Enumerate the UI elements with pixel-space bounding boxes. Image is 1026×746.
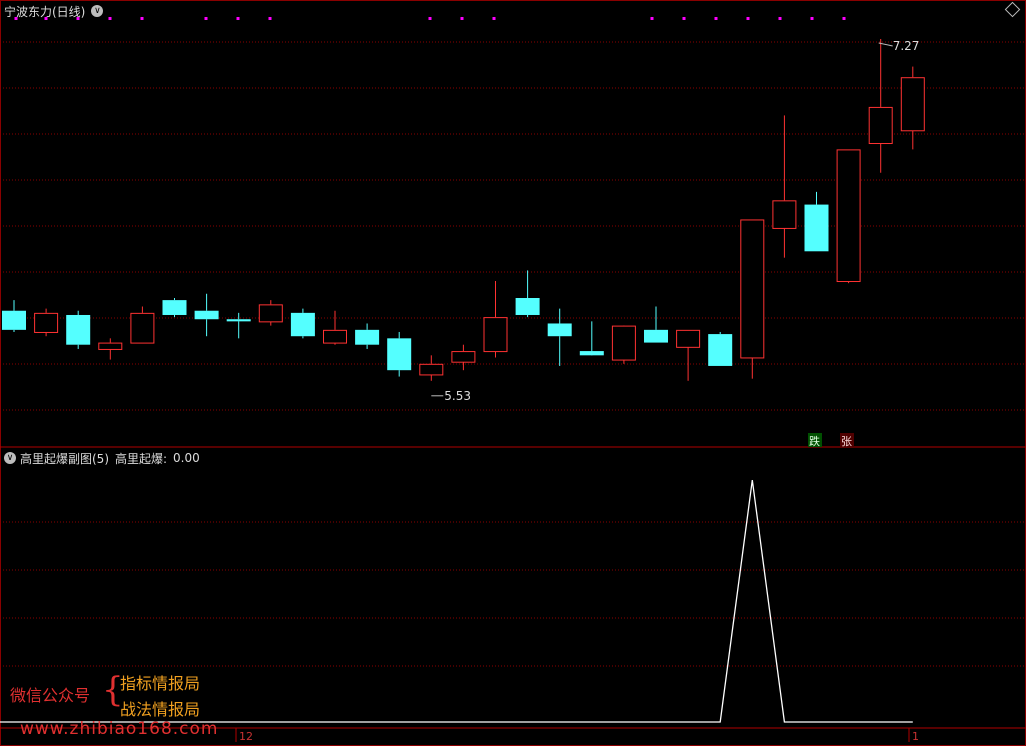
candle-up [900, 77, 925, 132]
candle-down [804, 204, 829, 252]
marker-dot [714, 17, 718, 20]
candle-down [66, 314, 91, 345]
marker-dot [140, 17, 144, 20]
marker-dot [44, 17, 48, 20]
candle-up [130, 312, 155, 344]
watermark-line2: 战法情报局 [120, 700, 201, 719]
marker-dot [236, 17, 240, 20]
candle-up [676, 329, 701, 348]
candle-up [740, 219, 765, 359]
axis-label: 1 [912, 730, 919, 743]
marker-dot [810, 17, 814, 20]
candle-up [258, 304, 283, 323]
stock-chart: 7.27 5.53 跌 张 12 1 [0, 0, 1026, 746]
candle-up [323, 329, 347, 344]
candle-up [868, 106, 893, 145]
candle-up [419, 363, 444, 376]
candle-down [355, 329, 380, 345]
candle-down [387, 338, 412, 371]
marker-dot [268, 17, 272, 20]
marker-dot [492, 17, 496, 20]
watermark-site: www.zhibiao168.com [20, 719, 219, 739]
candle-up [772, 200, 797, 229]
marker-dot [778, 17, 782, 20]
axis-label: 12 [239, 730, 253, 743]
candle-down [194, 310, 219, 320]
high-label: 7.27 [893, 39, 920, 53]
candle-down [515, 298, 540, 315]
candle-down [644, 329, 668, 343]
marker-dot [76, 17, 80, 20]
candle-up [34, 312, 59, 333]
signal-up-label: 张 [841, 435, 852, 448]
candle-up [611, 325, 636, 361]
candle-up [483, 317, 508, 353]
marker-dot [204, 17, 208, 20]
marker-dot [842, 17, 846, 20]
candle-down [547, 323, 572, 337]
candle-up [451, 351, 476, 363]
marker-dot [746, 17, 750, 20]
candle-down [226, 319, 251, 322]
signal-down-label: 跌 [809, 434, 820, 448]
marker-dot [108, 17, 112, 20]
watermark-line1: 指标情报局 [120, 674, 201, 693]
candle-down [708, 334, 733, 366]
candle-down [2, 310, 26, 330]
marker-dot [14, 17, 18, 20]
marker-dot [460, 17, 464, 20]
marker-dot [428, 17, 432, 20]
marker-dot [682, 17, 686, 20]
marker-dot [650, 17, 654, 20]
candle-down [579, 351, 604, 356]
candle-up [98, 342, 123, 350]
watermark-wechat: 微信公众号 [10, 686, 91, 705]
candle-down [162, 300, 187, 315]
candle-up [836, 149, 861, 283]
low-label: 5.53 [444, 389, 471, 403]
candle-down [290, 312, 315, 337]
